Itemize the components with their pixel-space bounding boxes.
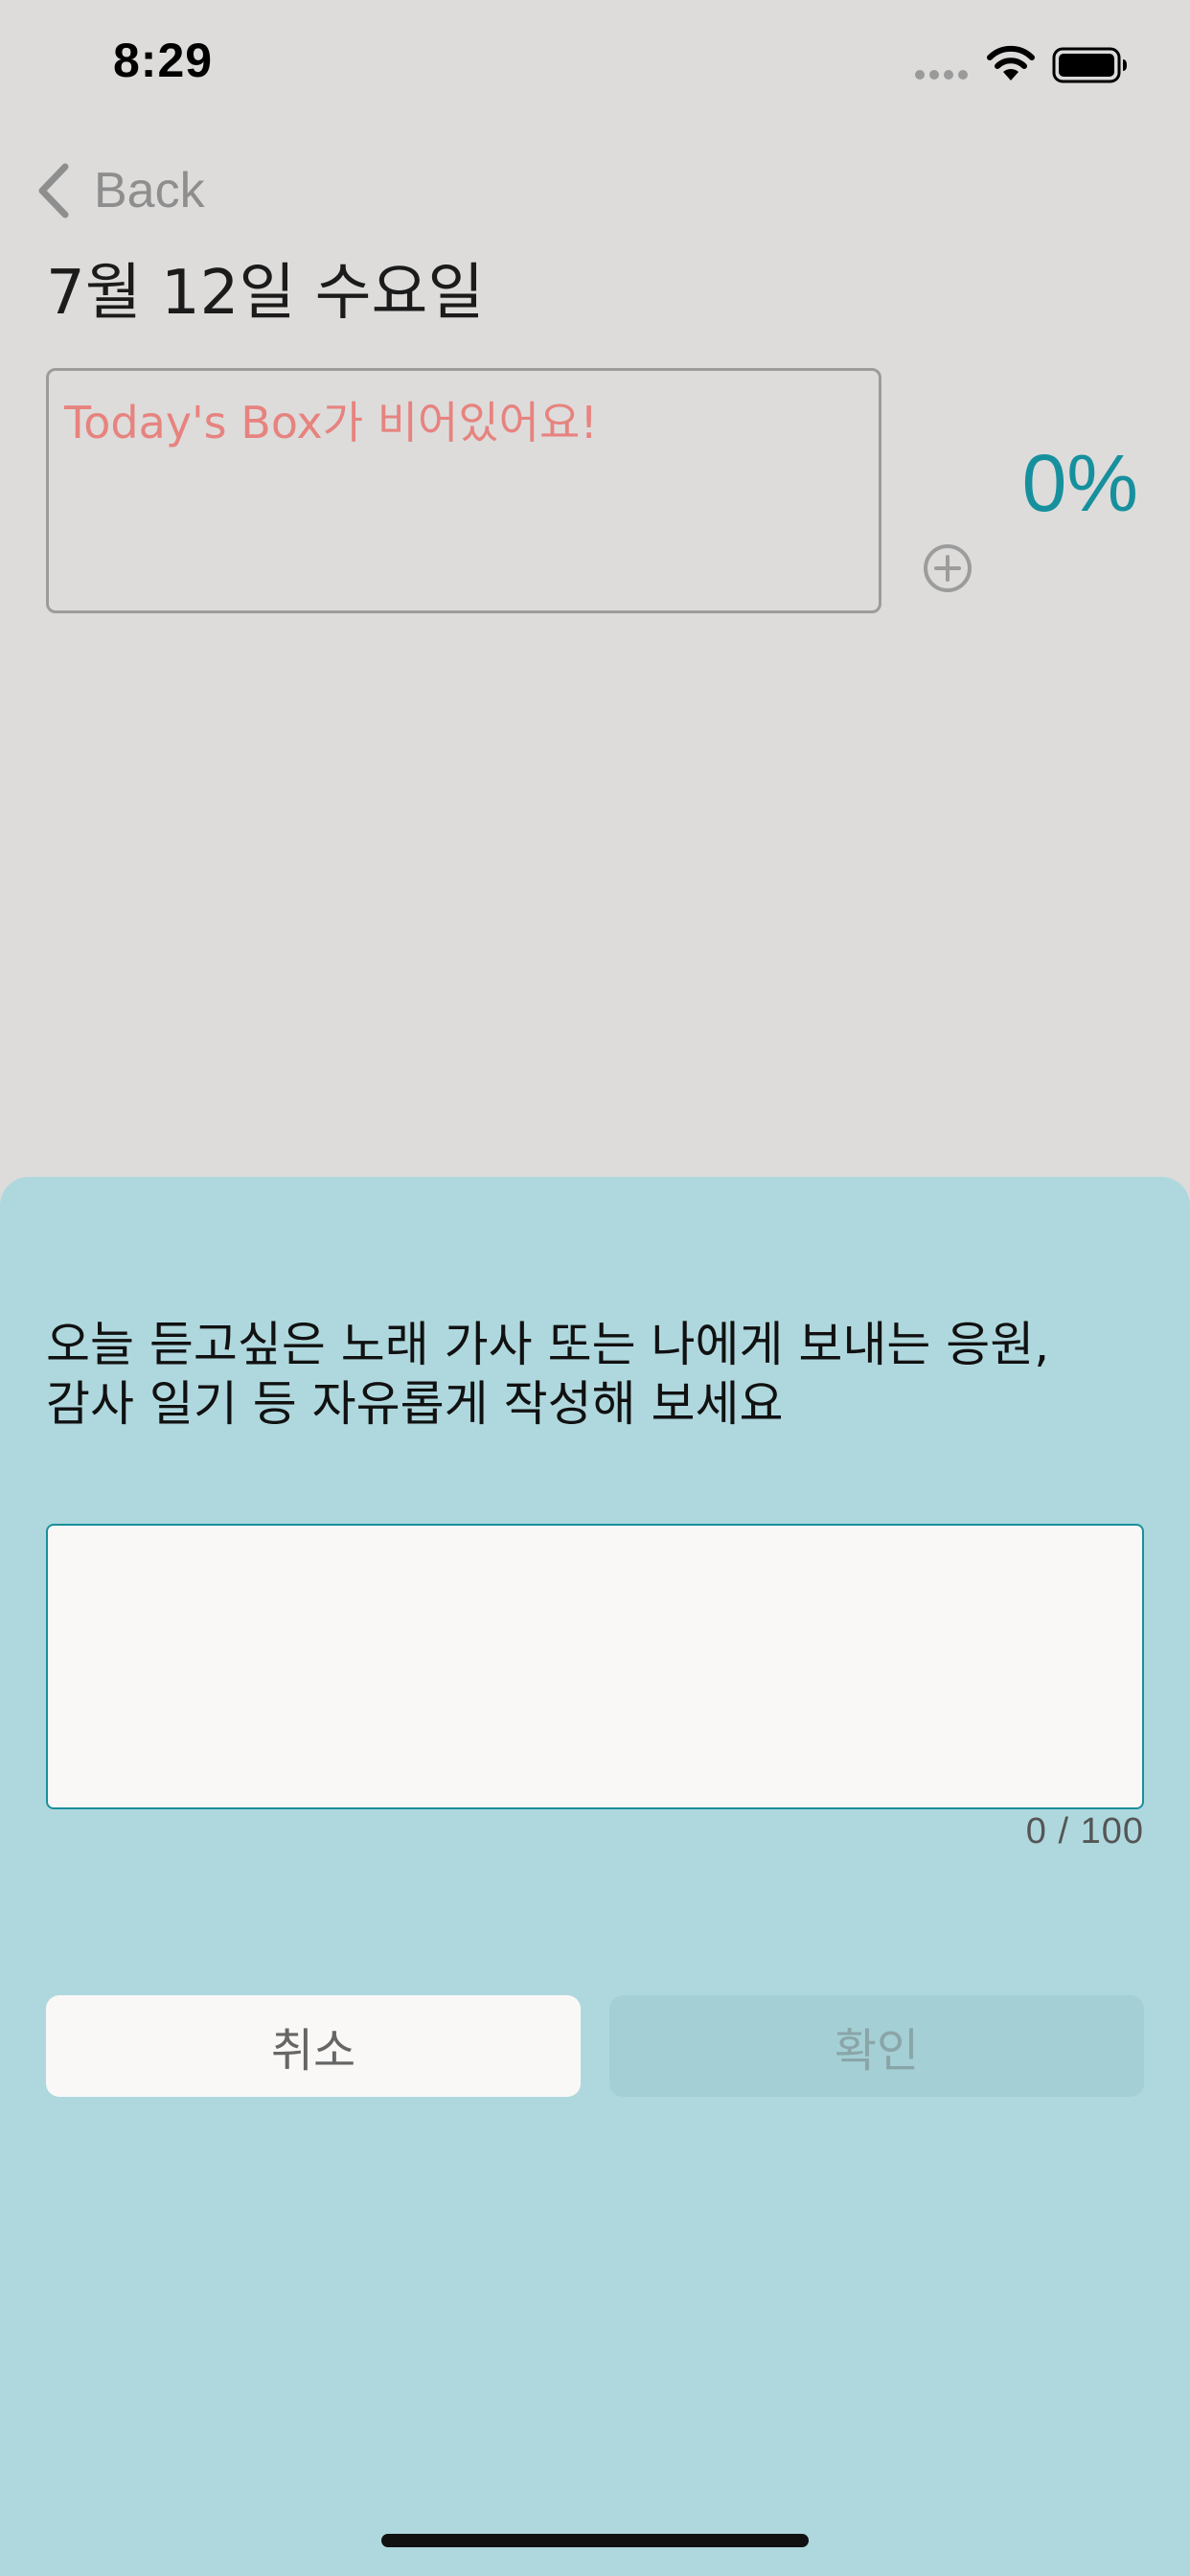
- cancel-button[interactable]: 취소: [46, 1995, 581, 2097]
- sheet-prompt-line-1: 오늘 듣고싶은 노래 가사 또는 나에게 보내는 응원,: [46, 1317, 1050, 1372]
- status-time: 8:29: [113, 34, 214, 87]
- todays-box[interactable]: Today's Box가 비어있어요!: [46, 368, 881, 613]
- status-bar: 8:29: [0, 0, 1190, 128]
- home-indicator: [381, 2534, 809, 2547]
- battery-icon: [1052, 47, 1127, 83]
- back-button[interactable]: Back: [34, 157, 205, 224]
- progress-percent: 0%: [1021, 438, 1138, 528]
- wifi-icon: [987, 45, 1035, 80]
- sheet-prompt-line-2: 감사 일기 등 자유롭게 작성해 보세요: [46, 1376, 784, 1432]
- plus-circle-icon[interactable]: [922, 542, 973, 594]
- chevron-left-icon: [38, 163, 69, 218]
- cellular-signal-icon: [915, 70, 968, 80]
- sheet-prompt: 오늘 듣고싶은 노래 가사 또는 나에게 보내는 응원, 감사 일기 등 자유롭…: [46, 1315, 1157, 1434]
- confirm-button[interactable]: 확인: [609, 1995, 1144, 2097]
- entry-text-input[interactable]: [46, 1524, 1144, 1809]
- todays-box-empty-message: Today's Box가 비어있어요!: [64, 397, 598, 448]
- character-counter: 0 / 100: [1025, 1811, 1144, 1852]
- page-title: 7월 12일 수요일: [46, 258, 485, 329]
- entry-bottom-sheet: 오늘 듣고싶은 노래 가사 또는 나에게 보내는 응원, 감사 일기 등 자유롭…: [0, 1177, 1190, 2576]
- back-label: Back: [94, 163, 205, 218]
